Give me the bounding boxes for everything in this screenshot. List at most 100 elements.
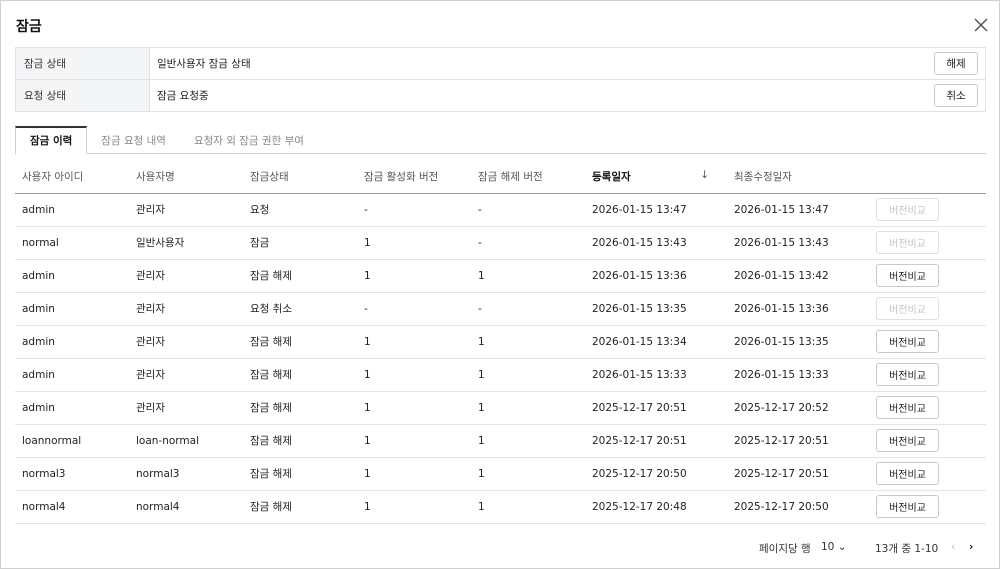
cell-user-name: 관리자 xyxy=(129,292,243,326)
cell-lock-status: 잠금 xyxy=(243,226,357,260)
chevron-down-icon: ⌄ xyxy=(837,541,847,553)
cell-user-name: normal3 xyxy=(129,457,243,491)
cell-lock-status: 요청 xyxy=(243,193,357,227)
cell-modified: 2026-01-15 13:36 xyxy=(727,292,869,326)
cell-user-name: 관리자 xyxy=(129,391,243,425)
table-row: loannormal loan-normal 잠금 해제 1 1 2025-12-17 2… xyxy=(15,424,986,458)
cell-user-name: normal4 xyxy=(129,490,243,524)
cell-modified: 2025-12-17 20:51 xyxy=(727,424,869,458)
column-header-user-name[interactable]: 사용자명 xyxy=(129,161,243,194)
cell-lock-version: - xyxy=(357,193,471,227)
version-compare-button[interactable]: 버전비교 xyxy=(876,396,939,419)
cell-unlock-version: 1 xyxy=(471,424,585,458)
cell-lock-version: 1 xyxy=(357,259,471,293)
version-compare-button[interactable]: 버전비교 xyxy=(876,495,939,518)
lock-dialog: 잠금 잠금 상태 일반사용자 잠금 상태 해제 요청 상태 잠금 요청중 취소 … xyxy=(0,0,1000,569)
version-compare-button: 버전비교 xyxy=(876,231,939,254)
cell-lock-version: 1 xyxy=(357,391,471,425)
cell-unlock-version: - xyxy=(471,226,585,260)
cell-registered: 2026-01-15 13:47 xyxy=(585,193,727,227)
cell-actions: 버전비교 xyxy=(869,424,986,458)
lock-status-label: 잠금 상태 xyxy=(16,48,150,79)
version-compare-button[interactable]: 버전비교 xyxy=(876,429,939,452)
table-row: normal3 normal3 잠금 해제 1 1 2025-12-17 20:50 202… xyxy=(15,457,986,491)
request-status-value: 잠금 요청중 xyxy=(157,90,209,102)
cell-user-name: 관리자 xyxy=(129,325,243,359)
table-row: admin 관리자 요청 취소 - -2026-01-15 13:35 2026-01-1… xyxy=(15,292,986,326)
rows-per-page-select[interactable]: 10 ⌄ xyxy=(821,541,847,553)
column-header-user-id[interactable]: 사용자 아이디 xyxy=(15,161,129,194)
cell-user-id: normal3 xyxy=(15,457,129,491)
table-row: admin 관리자 잠금 해제 1 1 2026-01-15 13:34 2026-01-1… xyxy=(15,325,986,359)
cell-modified: 2026-01-15 13:47 xyxy=(727,193,869,227)
cell-registered: 2026-01-15 13:34 xyxy=(585,325,727,359)
cell-unlock-version: 1 xyxy=(471,358,585,392)
cell-modified: 2026-01-15 13:43 xyxy=(727,226,869,260)
cell-user-name: 관리자 xyxy=(129,358,243,392)
cell-modified: 2026-01-15 13:42 xyxy=(727,259,869,293)
cell-unlock-version: - xyxy=(471,193,585,227)
version-compare-button[interactable]: 버전비교 xyxy=(876,363,939,386)
cell-user-id: loannormal xyxy=(15,424,129,458)
cell-modified: 2025-12-17 20:52 xyxy=(727,391,869,425)
table-body: admin 관리자 요청 - -2026-01-15 13:47 2026-01-15 1… xyxy=(15,193,986,524)
column-header-lock-status[interactable]: 잠금상태 xyxy=(243,161,357,194)
table-row: admin 관리자 잠금 해제 1 1 2026-01-15 13:36 2026-01-1… xyxy=(15,259,986,293)
version-compare-button[interactable]: 버전비교 xyxy=(876,264,939,287)
column-header-modified[interactable]: 최종수정일자 xyxy=(727,161,869,194)
column-header-lock-version[interactable]: 잠금 활성화 버전 xyxy=(357,161,471,194)
cell-registered: 2025-12-17 20:50 xyxy=(585,457,727,491)
version-compare-button[interactable]: 버전비교 xyxy=(876,330,939,353)
table-header-row: 사용자 아이디 사용자명 잠금상태 잠금 활성화 버전 잠금 해제 버전 등록일… xyxy=(15,161,986,194)
chevron-right-icon[interactable]: › xyxy=(969,541,973,553)
cell-actions: 버전비교 xyxy=(869,292,986,326)
cell-actions: 버전비교 xyxy=(869,457,986,491)
tab-grant-permission[interactable]: 요청자 외 잠금 권한 부여 xyxy=(180,126,318,154)
cell-actions: 버전비교 xyxy=(869,391,986,425)
cell-lock-status: 잠금 해제 xyxy=(243,358,357,392)
cell-unlock-version: 1 xyxy=(471,457,585,491)
cell-user-id: admin xyxy=(15,193,129,227)
cell-user-name: 일반사용자 xyxy=(129,226,243,260)
table-row: admin 관리자 잠금 해제 1 1 2026-01-15 13:33 2026-01-1… xyxy=(15,358,986,392)
cell-registered: 2025-12-17 20:51 xyxy=(585,391,727,425)
cell-user-id: admin xyxy=(15,325,129,359)
cell-unlock-version: 1 xyxy=(471,259,585,293)
cell-lock-version: 1 xyxy=(357,457,471,491)
pagination: 페이지당 행 10 ⌄ 13개 중 1-10 ‹ › xyxy=(1,541,1000,555)
close-icon[interactable] xyxy=(971,15,991,35)
sort-desc-icon[interactable]: ↓ xyxy=(700,169,709,181)
cell-user-id: normal4 xyxy=(15,490,129,524)
table-row: normal4 normal4 잠금 해제 1 1 2025-12-17 20:48 202… xyxy=(15,490,986,524)
cell-unlock-version: 1 xyxy=(471,490,585,524)
column-header-registered[interactable]: 등록일자 ↓ xyxy=(585,161,727,194)
rows-per-page-value: 10 xyxy=(821,541,835,553)
cell-user-name: 관리자 xyxy=(129,193,243,227)
cell-lock-status: 요청 취소 xyxy=(243,292,357,326)
cell-user-id: admin xyxy=(15,292,129,326)
cell-lock-status: 잠금 해제 xyxy=(243,259,357,293)
cell-user-id: admin xyxy=(15,259,129,293)
cell-modified: 2025-12-17 20:50 xyxy=(727,490,869,524)
cell-lock-version: 1 xyxy=(357,424,471,458)
cell-lock-version: 1 xyxy=(357,325,471,359)
column-header-unlock-version[interactable]: 잠금 해제 버전 xyxy=(471,161,585,194)
unlock-button[interactable]: 해제 xyxy=(934,52,978,75)
cell-user-id: normal xyxy=(15,226,129,260)
cell-registered: 2026-01-15 13:35 xyxy=(585,292,727,326)
cancel-request-button[interactable]: 취소 xyxy=(934,84,978,107)
rows-per-page-label: 페이지당 행 xyxy=(759,543,811,555)
cell-actions: 버전비교 xyxy=(869,490,986,524)
cell-registered: 2026-01-15 13:36 xyxy=(585,259,727,293)
cell-user-name: 관리자 xyxy=(129,259,243,293)
dialog-title: 잠금 xyxy=(16,19,42,35)
page-range: 13개 중 1-10 xyxy=(875,543,939,555)
tab-lock-history[interactable]: 잠금 이력 xyxy=(15,126,88,155)
version-compare-button[interactable]: 버전비교 xyxy=(876,462,939,485)
lock-history-table: 사용자 아이디 사용자명 잠금상태 잠금 활성화 버전 잠금 해제 버전 등록일… xyxy=(15,161,986,524)
cell-actions: 버전비교 xyxy=(869,193,986,227)
version-compare-button: 버전비교 xyxy=(876,297,939,320)
chevron-left-icon[interactable]: ‹ xyxy=(951,541,955,553)
tab-lock-requests[interactable]: 잠금 요청 내역 xyxy=(87,126,180,154)
cell-modified: 2026-01-15 13:33 xyxy=(727,358,869,392)
